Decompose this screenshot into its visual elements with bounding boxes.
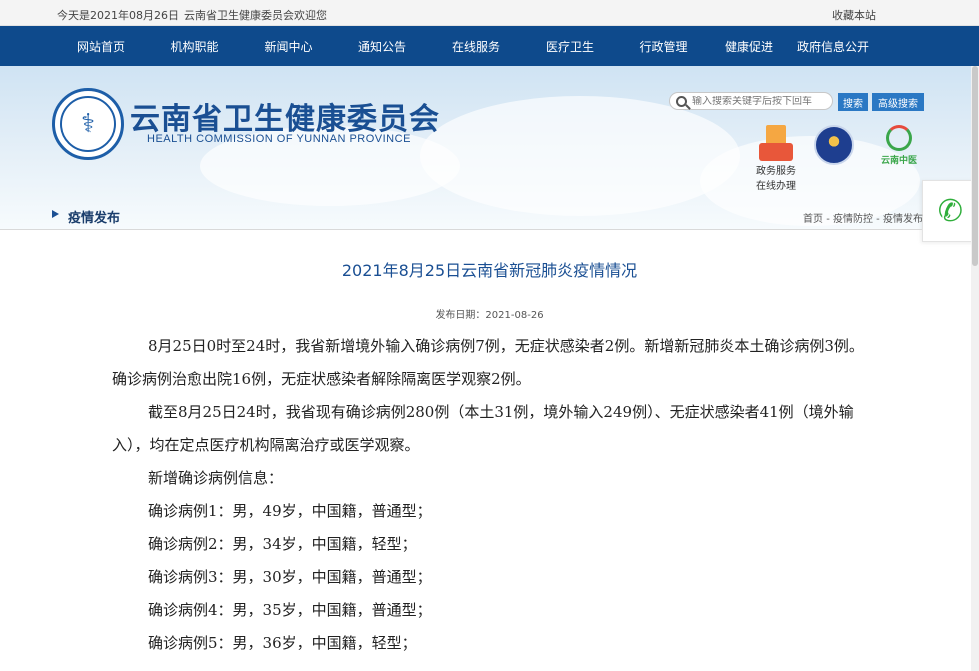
case-item: 确诊病例4：男，35岁，中国籍，普通型； [148,601,432,619]
breadcrumb-home[interactable]: 首页 [803,214,823,225]
search-icon [676,95,687,107]
nav-item-home[interactable]: 网站首页 [55,38,147,55]
case-item: 确诊病例5：男，36岁，中国籍，轻型； [148,634,417,652]
breadcrumb-separator: - [826,214,833,225]
logo-emblem: ⚕ [60,96,116,152]
article-paragraph: 8月25日0时至24时，我省新增境外输入确诊病例7例，无症状感染者2例。新增新冠… [112,337,864,388]
phone-icon: ✆ [937,193,964,229]
case-item: 确诊病例2：男，34岁，中国籍，轻型； [148,535,417,553]
breadcrumb: 首页 - 疫情防控 - 疫情发布 [803,210,923,225]
site-title: 云南省卫生健康委员会 [130,102,440,137]
section-arrow-icon [52,210,59,218]
yunnan-tcm-icon [886,125,912,151]
gov-service-label-2: 在线办理 [756,181,796,192]
search-input[interactable] [692,95,822,107]
nav-item-administration[interactable]: 行政管理 [617,38,710,55]
nav-item-functions[interactable]: 机构职能 [147,38,242,55]
health-badge-icon[interactable] [814,125,854,165]
top-bar: 今天是2021年08月26日 云南省卫生健康委员会欢迎您 收藏本站 [0,0,979,26]
site-subtitle: HEALTH COMMISSION OF YUNNAN PROVINCE [147,133,411,145]
search-button[interactable]: 搜索 [838,93,868,111]
nav-item-news[interactable]: 新闻中心 [242,38,335,55]
yunnan-tcm-label: 云南中医 [880,156,917,166]
gov-service-icon [759,125,793,163]
current-date: 今天是2021年08月26日 [57,9,179,22]
decor-cloud [420,96,740,216]
yunnan-tcm-link[interactable]: 云南中医 [874,125,924,166]
nav-item-online-service[interactable]: 在线服务 [429,38,523,55]
article-paragraph: 新增确诊病例信息： [148,469,284,487]
gov-service-link[interactable]: 政务服务 在线办理 [754,125,798,193]
advanced-search-button[interactable]: 高级搜索 [872,93,924,111]
case-item: 确诊病例3：男，30岁，中国籍，普通型； [148,568,432,586]
search-box [669,92,833,110]
nav-item-notices[interactable]: 通知公告 [335,38,429,55]
section-title: 疫情发布 [68,211,121,226]
page-scrollbar[interactable] [971,66,979,671]
breadcrumb-separator: - [876,214,883,225]
scrollbar-thumb[interactable] [972,66,978,266]
article-paragraph: 截至8月25日24时，我省现有确诊病例280例（本土31例，境外输入249例）、… [112,403,854,454]
breadcrumb-epidemic-control[interactable]: 疫情防控 [833,214,873,225]
case-item: 确诊病例1：男，49岁，中国籍，普通型； [148,502,432,520]
publish-date: 发布日期：2021-08-26 [435,310,544,321]
nav-item-health-promotion[interactable]: 健康促进 [710,38,788,55]
breadcrumb-epidemic-release[interactable]: 疫情发布 [883,214,923,225]
section-header: 疫情发布 首页 - 疫情防控 - 疫情发布 [0,200,923,230]
favorite-site-link[interactable]: 收藏本站 [832,7,876,23]
article-title: 2021年8月25日云南省新冠肺炎疫情情况 [341,261,638,280]
gov-service-label-1: 政务服务 [756,166,796,177]
commission-logo-icon[interactable]: ⚕ [52,88,124,160]
article-content: 8月25日0时至24时，我省新增境外输入确诊病例7例，无症状感染者2例。新增新冠… [112,330,872,660]
welcome-text: 云南省卫生健康委员会欢迎您 [184,9,327,22]
nav-item-gov-info[interactable]: 政府信息公开 [788,38,878,55]
nav-item-medical[interactable]: 医疗卫生 [523,38,617,55]
main-nav: 网站首页 机构职能 新闻中心 通知公告 在线服务 医疗卫生 行政管理 健康促进 … [0,26,979,66]
